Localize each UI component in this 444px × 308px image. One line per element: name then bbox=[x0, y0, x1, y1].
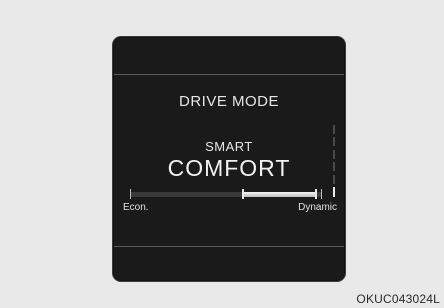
side-tick bbox=[333, 174, 335, 184]
gauge-right-end bbox=[321, 189, 322, 199]
gauge-fill-start-marker bbox=[242, 189, 244, 199]
side-tick bbox=[333, 162, 335, 172]
gauge-fill-end-marker bbox=[315, 189, 317, 199]
gauge-fill bbox=[243, 192, 316, 197]
drive-mode-gauge bbox=[130, 189, 322, 199]
figure: DRIVE MODE SMART COMFORT Econ. Dynamic O… bbox=[0, 0, 444, 308]
dynamic-label: Dynamic bbox=[298, 202, 337, 213]
top-divider bbox=[114, 74, 344, 75]
figure-code: OKUC043024L bbox=[356, 292, 440, 306]
gauge-left-end bbox=[130, 189, 131, 199]
side-tick bbox=[333, 149, 335, 159]
econ-label: Econ. bbox=[123, 202, 149, 213]
bottom-divider bbox=[114, 246, 344, 247]
smart-label: SMART bbox=[205, 139, 253, 154]
mode-value: COMFORT bbox=[167, 155, 291, 181]
side-tick-active bbox=[333, 186, 335, 197]
cluster-display: DRIVE MODE SMART COMFORT Econ. Dynamic bbox=[112, 36, 346, 282]
side-level-indicator bbox=[333, 125, 335, 197]
drive-mode-title: DRIVE MODE bbox=[178, 93, 279, 110]
side-tick bbox=[333, 125, 335, 134]
side-tick bbox=[333, 137, 335, 147]
